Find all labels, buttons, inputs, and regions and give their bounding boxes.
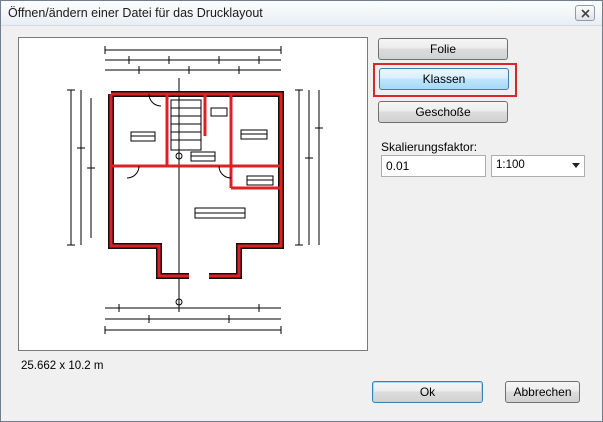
chevron-down-icon [572,163,580,168]
ok-button[interactable]: Ok [372,381,483,403]
scale-input[interactable]: 0.01 [381,155,486,177]
plan-dimensions: 25.662 x 10.2 m [21,360,104,372]
scale-label: Skalierungsfaktor: [381,140,478,154]
klassen-button[interactable]: Klassen [379,68,509,90]
scale-select-value: 1:100 [496,159,525,171]
cancel-button[interactable]: Abbrechen [505,381,580,403]
scale-select[interactable]: 1:100 [491,155,585,177]
floorplan-preview [18,37,368,351]
close-icon [581,9,590,18]
dialog-window: Öffnen/ändern einer Datei für das Druckl… [0,0,603,422]
floorplan-drawing [67,46,323,334]
title-bar[interactable]: Öffnen/ändern einer Datei für das Druckl… [1,1,602,26]
window-title: Öffnen/ändern einer Datei für das Druckl… [8,6,263,20]
geschosse-button[interactable]: Geschoße [378,101,508,123]
folie-button[interactable]: Folie [378,38,508,60]
close-button[interactable] [575,5,595,21]
